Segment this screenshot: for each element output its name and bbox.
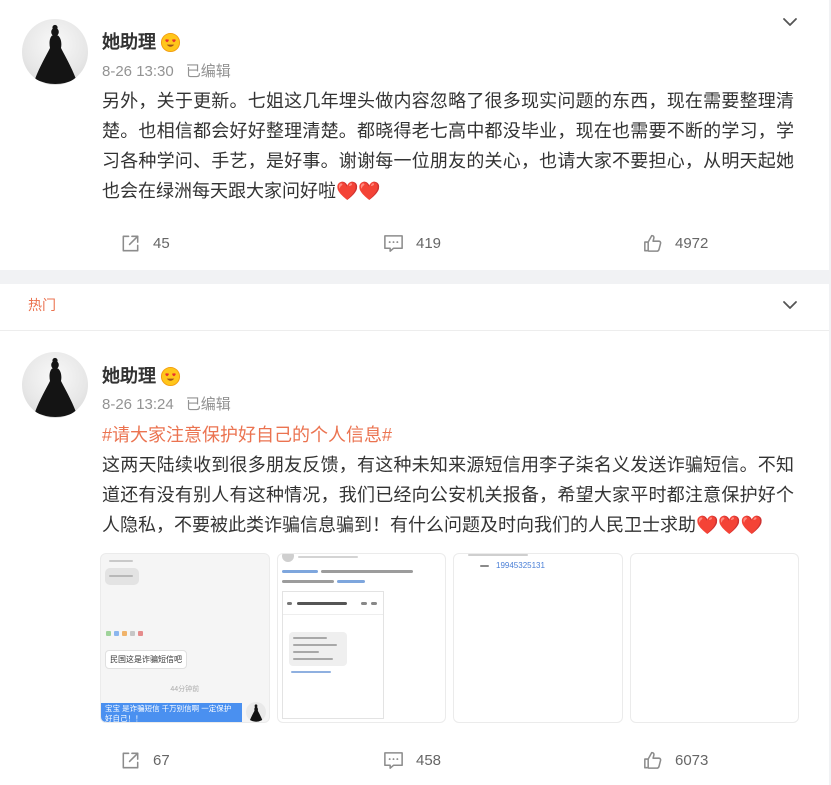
blurred-text-line <box>468 554 528 556</box>
phone-number: 19945325131 <box>496 561 545 570</box>
author-avatar[interactable] <box>22 19 88 85</box>
reply-banner: 宝宝 是诈骗短信 千万别信啊 一定保护好自己！！ <box>101 703 242 722</box>
post-card: 热门 她助理 8-26 13:24 已编辑 #请大家注意保护好自己的个人信息# 这两… <box>0 284 829 785</box>
like-icon <box>644 234 662 252</box>
post-time[interactable]: 8-26 13:30 <box>102 63 174 80</box>
section-label-hot: 热门 <box>28 297 56 313</box>
image-grid: 民国这是诈骗短信吧 44分钟前 宝宝 是诈骗短信 千万别信啊 一定保护好自己！！ <box>100 553 799 723</box>
comment-count: 458 <box>416 751 442 769</box>
fan-badge-icon[interactable] <box>160 366 181 387</box>
blurred-text-line <box>336 580 365 583</box>
sms-screenshot <box>281 591 384 719</box>
post-text: #请大家注意保护好自己的个人信息# 这两天陆续收到很多朋友反馈，有这种未知来源短信… <box>102 420 794 540</box>
author-name[interactable]: 她助理 <box>102 364 156 388</box>
share-icon <box>122 752 139 768</box>
share-icon <box>122 235 139 251</box>
blurred-text-line <box>281 580 334 583</box>
like-count: 6073 <box>675 751 709 769</box>
like-button[interactable]: 6073 <box>641 745 708 775</box>
post-card: 她助理 8-26 13:30 已编辑 另外，关于更新。七姐这几年埋头做内容忽略了很… <box>0 0 829 270</box>
woman-silhouette-icon <box>35 24 76 84</box>
blurred-message-bubble <box>105 568 139 585</box>
share-count: 45 <box>153 234 170 252</box>
blurred-text-line <box>281 570 318 573</box>
edited-label[interactable]: 已编辑 <box>186 396 231 413</box>
post-text: 另外，关于更新。七姐这几年埋头做内容忽略了很多现实问题的东西，现在需要整理清楚。… <box>102 86 794 206</box>
blurred-text-line <box>296 602 347 605</box>
blurred-text-line <box>292 658 333 660</box>
blurred-text-line <box>109 560 133 562</box>
app-dot-icon <box>122 631 127 636</box>
mini-avatar <box>246 702 266 722</box>
message-time: 44分钟前 <box>170 686 200 693</box>
edited-label[interactable]: 已编辑 <box>186 63 231 80</box>
blurred-text-line <box>297 556 358 558</box>
app-dot-icon <box>138 631 143 636</box>
app-dot-icon <box>114 631 119 636</box>
heart-emoji: ❤️❤️❤️ <box>696 515 764 535</box>
author-row: 她助理 <box>102 30 181 54</box>
app-icon-row <box>106 631 143 636</box>
blurred-link-line <box>290 671 331 673</box>
post-body: 这两天陆续收到很多朋友反馈，有这种未知来源短信用李子柒名义发送诈骗短信。不知道还… <box>102 455 794 535</box>
action-bar: 67 458 6073 <box>0 745 829 775</box>
blurred-text-line <box>480 565 489 567</box>
chevron-down-icon[interactable] <box>779 11 801 33</box>
heart-emoji: ❤️❤️ <box>336 181 381 201</box>
divider <box>282 614 383 615</box>
action-bar: 45 419 4972 <box>0 228 829 258</box>
post-body: 另外，关于更新。七姐这几年埋头做内容忽略了很多现实问题的东西，现在需要整理清楚。… <box>102 91 794 201</box>
more-icon <box>370 602 377 605</box>
menu-icon <box>360 602 367 605</box>
topic-link[interactable]: #请大家注意保护好自己的个人信息# <box>102 420 794 450</box>
comment-count: 419 <box>416 234 442 252</box>
post-image-1[interactable]: 民国这是诈骗短信吧 44分钟前 宝宝 是诈骗短信 千万别信啊 一定保护好自己！！ <box>100 553 270 723</box>
like-icon <box>644 751 662 769</box>
post-meta: 8-26 13:24 已编辑 <box>102 395 231 415</box>
post-image-4[interactable] <box>629 553 799 723</box>
like-count: 4972 <box>675 234 709 252</box>
chevron-down-icon[interactable] <box>779 294 801 316</box>
author-row: 她助理 <box>102 364 181 388</box>
comment-icon <box>384 751 403 769</box>
author-name[interactable]: 她助理 <box>102 30 156 54</box>
mini-avatar <box>281 554 294 562</box>
blurred-text-line <box>292 644 337 646</box>
like-button[interactable]: 4972 <box>641 228 708 258</box>
blurred-text-line <box>109 575 133 577</box>
blurred-text-line <box>292 651 319 653</box>
post-image-2[interactable] <box>276 553 446 723</box>
fan-badge-icon[interactable] <box>160 32 181 53</box>
blurred-text-line <box>320 570 413 573</box>
woman-silhouette-icon <box>35 357 76 417</box>
share-count: 67 <box>153 751 170 769</box>
post-meta: 8-26 13:30 已编辑 <box>102 62 231 82</box>
post-time[interactable]: 8-26 13:24 <box>102 396 174 413</box>
comment-icon <box>384 234 403 252</box>
message-bubble: 民国这是诈骗短信吧 <box>105 650 187 669</box>
divider <box>0 330 829 331</box>
share-button[interactable]: 67 <box>119 745 170 775</box>
app-dot-icon <box>130 631 135 636</box>
blurred-text-line <box>292 637 327 639</box>
post-image-3[interactable]: 19945325131 <box>453 553 623 723</box>
comment-button[interactable]: 419 <box>382 228 441 258</box>
comment-button[interactable]: 458 <box>382 745 441 775</box>
author-avatar[interactable] <box>22 352 88 418</box>
woman-silhouette-icon <box>249 704 263 722</box>
blurred-message-bubble <box>288 632 347 666</box>
app-dot-icon <box>106 631 111 636</box>
back-arrow-icon <box>286 602 292 605</box>
share-button[interactable]: 45 <box>119 228 170 258</box>
